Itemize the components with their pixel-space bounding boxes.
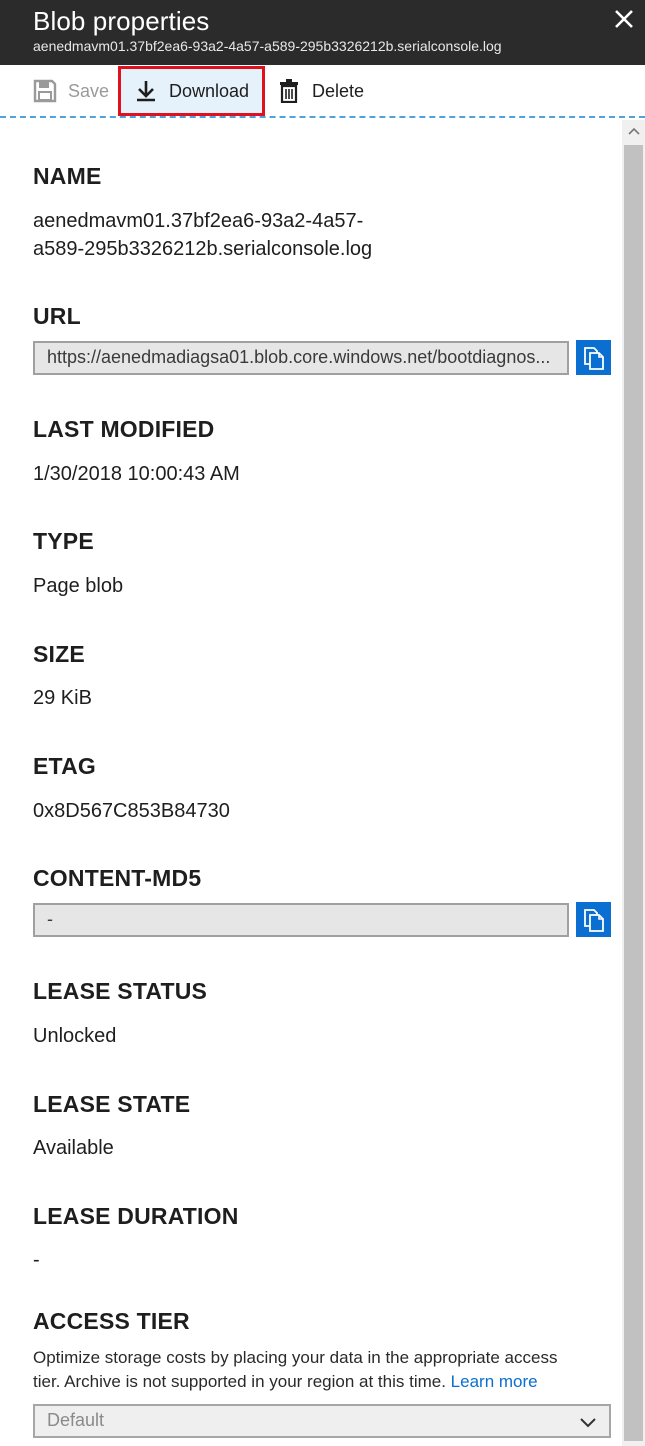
lease-state-label: LEASE STATE [33, 1091, 191, 1117]
download-button[interactable]: Download [118, 66, 265, 116]
blade-header: Blob properties aenedmavm01.37bf2ea6-93a… [0, 0, 645, 65]
access-tier-description: Optimize storage costs by placing your d… [33, 1346, 603, 1394]
url-label: URL [33, 303, 81, 329]
blade-title: Blob properties [33, 6, 210, 36]
save-icon [32, 78, 58, 104]
download-icon [133, 78, 159, 104]
save-label: Save [68, 80, 110, 101]
scrollbar-thumb[interactable] [624, 145, 643, 1441]
name-value-line1: aenedmavm01.37bf2ea6-93a2-4a57- [33, 210, 364, 232]
size-label: SIZE [33, 641, 85, 667]
access-tier-select[interactable]: Default [33, 1404, 611, 1438]
chevron-down-icon [579, 1414, 597, 1428]
lease-status-value: Unlocked [33, 1025, 117, 1047]
content-md5-field[interactable]: - [33, 903, 569, 937]
save-button[interactable]: Save [32, 67, 109, 115]
copy-icon [583, 346, 604, 370]
access-tier-description-line1: Optimize storage costs by placing your d… [33, 1348, 558, 1367]
etag-value: 0x8D567C853B84730 [33, 800, 230, 822]
delete-label: Delete [312, 80, 365, 101]
blade-subtitle: aenedmavm01.37bf2ea6-93a2-4a57-a589-295b… [33, 38, 502, 54]
properties-panel: NAME aenedmavm01.37bf2ea6-93a2-4a57- a58… [0, 120, 622, 1446]
lease-state-value: Available [33, 1137, 114, 1159]
lease-duration-value: - [33, 1249, 40, 1271]
content-md5-label: CONTENT-MD5 [33, 865, 202, 891]
etag-label: ETAG [33, 753, 96, 779]
lease-status-label: LEASE STATUS [33, 978, 208, 1004]
copy-content-md5-button[interactable] [576, 902, 611, 937]
last-modified-label: LAST MODIFIED [33, 416, 215, 442]
type-value: Page blob [33, 575, 124, 597]
access-tier-selected: Default [47, 1410, 105, 1430]
command-bar: Save Download Delete [0, 65, 645, 118]
type-label: TYPE [33, 528, 94, 554]
copy-icon [583, 908, 604, 932]
scroll-up-icon[interactable] [622, 120, 645, 142]
size-value: 29 KiB [33, 687, 92, 709]
learn-more-link[interactable]: Learn more [451, 1372, 538, 1391]
download-label: Download [169, 80, 250, 101]
delete-icon [276, 78, 302, 104]
access-tier-label: ACCESS TIER [33, 1308, 190, 1334]
lease-duration-label: LEASE DURATION [33, 1203, 239, 1229]
close-icon[interactable] [613, 8, 635, 30]
url-field[interactable]: https://aenedmadiagsa01.blob.core.window… [33, 341, 569, 375]
name-label: NAME [33, 163, 102, 189]
delete-button[interactable]: Delete [276, 67, 364, 115]
access-tier-description-line2: tier. Archive is not supported in your r… [33, 1372, 446, 1391]
last-modified-value: 1/30/2018 10:00:43 AM [33, 463, 240, 485]
vertical-scrollbar[interactable] [622, 120, 645, 1446]
name-value-line2: a589-295b3326212b.serialconsole.log [33, 238, 373, 260]
copy-url-button[interactable] [576, 340, 611, 375]
